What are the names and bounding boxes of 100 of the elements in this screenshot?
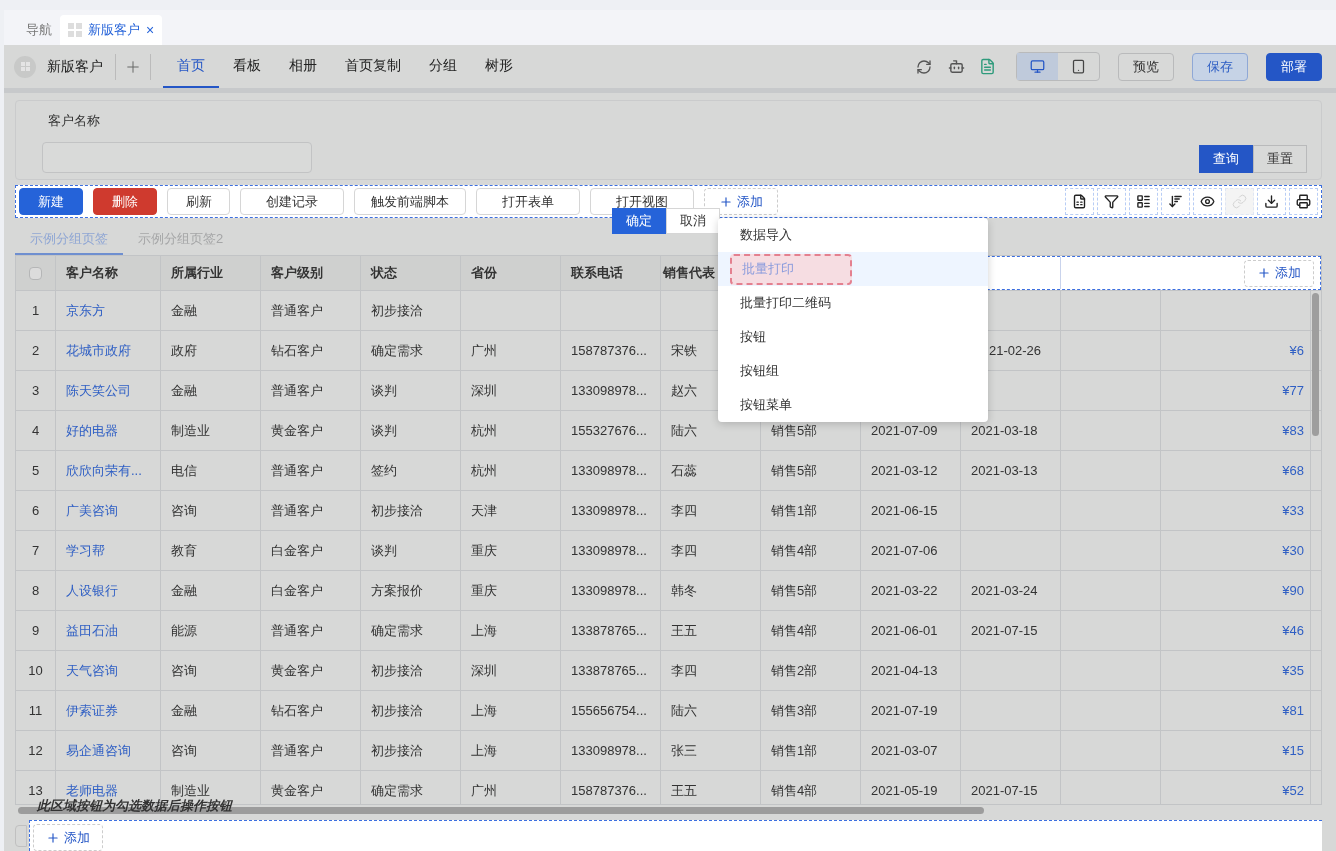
print-button[interactable]	[1289, 188, 1318, 215]
menu-item[interactable]: 按钮组	[740, 361, 779, 381]
table-cell-text: 李四	[671, 501, 697, 520]
customer-link[interactable]: 学习帮	[66, 540, 105, 561]
table-cell-text: 2021-07-09	[871, 421, 938, 440]
table-cell-text: 政府	[171, 341, 197, 360]
table-cell-text: 杭州	[471, 461, 497, 480]
toolbar-button[interactable]: 触发前端脚本	[354, 188, 466, 215]
page-tab[interactable]: 相册	[275, 45, 331, 88]
nav-tab[interactable]: 导航	[18, 15, 60, 45]
filter-button[interactable]: 重置	[1253, 145, 1307, 173]
sort-button[interactable]	[1161, 188, 1190, 215]
table-cell-text: 王五	[671, 781, 697, 800]
table-cell-text: 2021-07-15	[971, 621, 1038, 640]
page-tab[interactable]: 看板	[219, 45, 275, 88]
document-button[interactable]	[1065, 188, 1094, 215]
table-cell-text: 陆六	[671, 701, 697, 720]
eye-button[interactable]	[1193, 188, 1222, 215]
filter-button[interactable]: 查询	[1199, 145, 1253, 173]
toolbar-button[interactable]: 删除	[93, 188, 157, 215]
nav-tab[interactable]: 新版客户 ×	[60, 15, 163, 45]
menu-item[interactable]: 按钮菜单	[740, 395, 792, 415]
popover-button[interactable]: 确定	[612, 208, 666, 234]
row-number: 9	[31, 621, 40, 640]
toolbar-button[interactable]: 创建记录	[240, 188, 344, 215]
add-button[interactable]: 添加	[1244, 259, 1314, 287]
table-cell-text: 2021-03-13	[971, 461, 1038, 480]
table-cell-text: 155327676...	[571, 421, 647, 440]
table-cell-text: 张三	[671, 741, 697, 760]
customer-link[interactable]: 益田石油	[66, 620, 118, 641]
desktop-view-button[interactable]	[1017, 53, 1058, 80]
table-cell-text: 赵六	[671, 381, 697, 400]
customer-link[interactable]: 好的电器	[66, 420, 118, 441]
table-cell-text: 155656754...	[571, 701, 647, 720]
table-cell-text: 天津	[471, 501, 497, 520]
customer-link[interactable]: 易企通咨询	[66, 740, 131, 761]
page-tab[interactable]: 树形	[471, 45, 527, 88]
row-number: 10	[28, 661, 43, 680]
table-cell-text: 2021-03-22	[871, 581, 938, 600]
page-tab[interactable]: 首页	[163, 45, 219, 88]
table-cell-text: 2021-07-06	[871, 541, 938, 560]
row-number: 8	[31, 581, 40, 600]
menu-item[interactable]: 按钮	[740, 327, 766, 347]
close-icon[interactable]: ×	[146, 19, 155, 41]
page-tab[interactable]: 首页复制	[331, 45, 415, 88]
grid-icon	[68, 23, 82, 37]
table-cell-text: 2021-03-18	[971, 421, 1038, 440]
table-cell-text: 初步接洽	[371, 661, 423, 680]
table-cell-text: 陆六	[671, 421, 697, 440]
menu-item[interactable]: 数据导入	[740, 225, 792, 245]
table-cell-text: 2021-06-15	[871, 501, 938, 520]
add-button[interactable]: 添加	[33, 824, 103, 851]
table-cell-text: ¥6	[1289, 341, 1304, 360]
table-cell-text: 钻石客户	[271, 701, 323, 720]
customer-link[interactable]: 欣欣向荣有...	[66, 460, 142, 481]
action-button[interactable]: 保存	[1192, 52, 1248, 81]
toolbar-button[interactable]: 刷新	[167, 188, 230, 215]
customer-link[interactable]: 广美咨询	[66, 500, 118, 521]
customer-link[interactable]: 伊索证券	[66, 700, 118, 721]
table-cell-text: 2021-07-15	[971, 781, 1038, 800]
table-cell-text: 制造业	[171, 781, 210, 799]
popover-button[interactable]: 取消	[666, 208, 720, 234]
row-number: 2	[31, 341, 40, 360]
table-cell-text: 金融	[171, 581, 197, 600]
column-header: 省份	[461, 256, 561, 290]
table-cell-text: 2021-07-19	[871, 701, 938, 720]
table-cell-text: 销售5部	[771, 421, 818, 440]
list-button[interactable]	[1129, 188, 1158, 215]
table-cell-text: 制造业	[171, 421, 210, 440]
table-cell-text: 133098978...	[571, 741, 647, 760]
table-cell-text: 销售5部	[771, 461, 818, 480]
page-tab[interactable]: 分组	[415, 45, 471, 88]
vertical-scrollbar[interactable]	[1312, 293, 1319, 436]
customer-link[interactable]: 天气咨询	[66, 660, 118, 681]
table-cell-text: 销售4部	[771, 781, 818, 800]
filter-button[interactable]	[1097, 188, 1126, 215]
tablet-icon	[1071, 59, 1086, 74]
row-number: 6	[31, 501, 40, 520]
table-cell-text: 销售3部	[771, 701, 818, 720]
toolbar-button[interactable]: 新建	[19, 188, 83, 215]
desktop-icon	[1030, 59, 1045, 74]
action-button[interactable]: 部署	[1266, 52, 1322, 81]
table-cell-text: 133098978...	[571, 581, 647, 600]
checkbox[interactable]	[29, 266, 42, 280]
action-button[interactable]: 预览	[1118, 52, 1174, 81]
menu-item[interactable]: 批量打印二维码	[740, 293, 831, 313]
customer-link[interactable]: 陈天笑公司	[66, 380, 131, 401]
table-cell-text: ¥68	[1282, 461, 1304, 480]
table-cell-text: 普通客户	[271, 381, 323, 400]
row-number: 1	[31, 301, 40, 320]
robot-icon[interactable]	[948, 58, 965, 75]
customer-link[interactable]: 人设银行	[66, 580, 118, 601]
customer-link[interactable]: 京东方	[66, 300, 105, 321]
customer-link[interactable]: 花城市政府	[66, 340, 131, 361]
column-header: 所属行业	[161, 256, 261, 290]
download-button[interactable]	[1257, 188, 1286, 215]
refresh-icon[interactable]	[916, 58, 932, 75]
table-cell-text: 销售4部	[771, 541, 818, 560]
toolbar-button[interactable]: 打开表单	[476, 188, 580, 215]
hint-text: 此区域按钮为勾选数据后操作按钮	[37, 797, 232, 815]
